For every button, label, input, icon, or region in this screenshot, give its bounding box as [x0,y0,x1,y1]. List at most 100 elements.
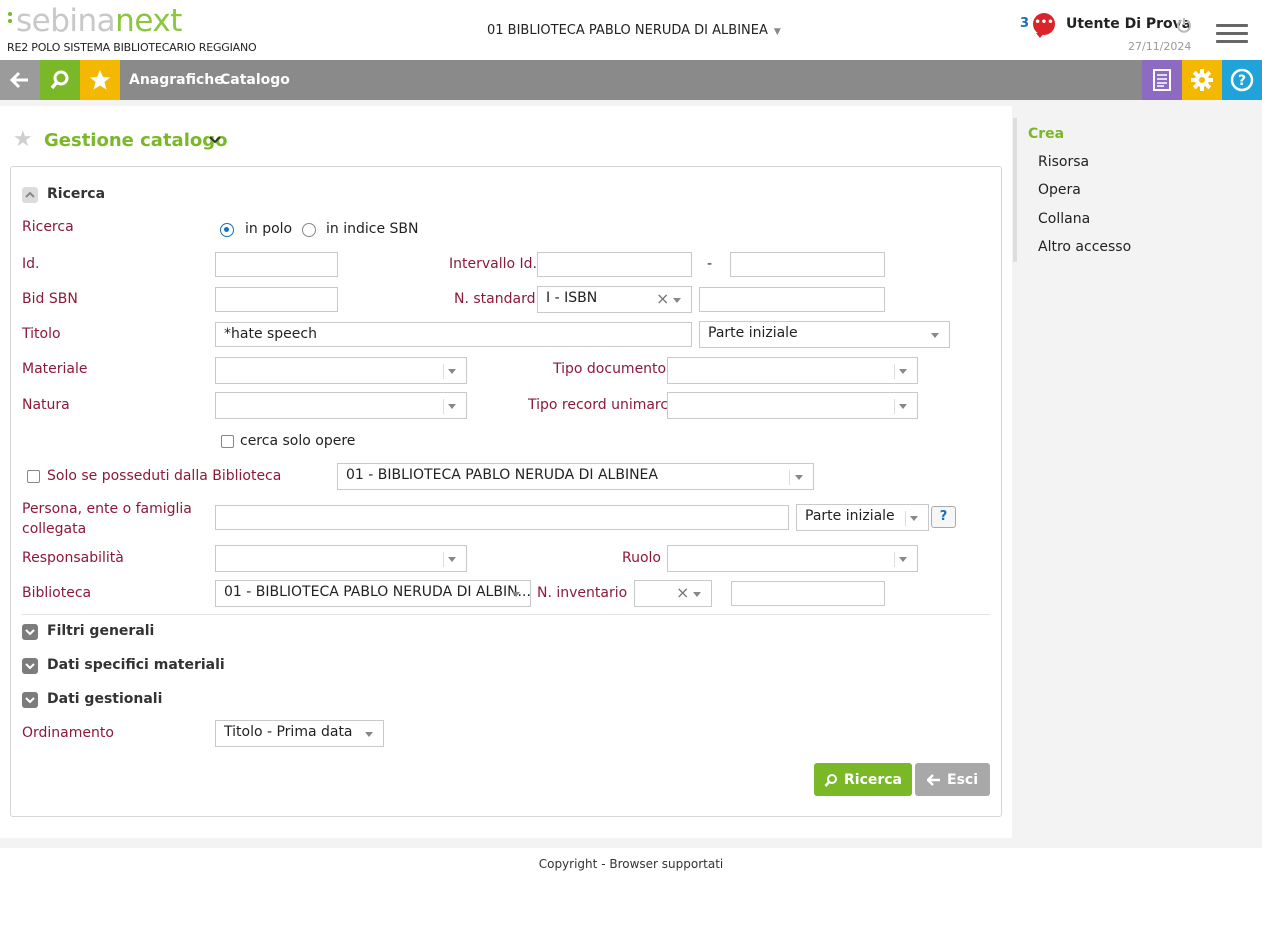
expand-dati-specifici-toggle[interactable] [22,658,38,674]
title-input[interactable]: *hate speech [215,322,692,347]
chevron-down-icon[interactable] [208,133,222,147]
exit-label: Esci [947,771,978,788]
radio-in-polo[interactable] [220,223,234,237]
footer-copyright-link[interactable]: Copyright [539,857,598,871]
inventory-number-input[interactable] [731,581,885,606]
menu-icon[interactable] [1216,24,1248,44]
favorites-button[interactable] [80,60,120,100]
expand-filtri-generali-toggle[interactable] [22,624,38,640]
sidebar-scrollbar[interactable] [1013,118,1017,262]
sidebar-item-altro-accesso[interactable]: Altro accesso [1038,239,1131,255]
label-biblioteca: Biblioteca [22,585,92,601]
library-selector-label: 01 BIBLIOTECA PABLO NERUDA DI ALBINEA [487,23,768,38]
logo-text-part2: next [115,3,182,39]
interval-to-input[interactable] [730,252,885,277]
clear-icon[interactable]: × [656,289,669,308]
only-works-label[interactable]: cerca solo opere [240,433,355,449]
nav-anagrafiche[interactable]: Anagrafiche [129,72,224,88]
current-date: 27/11/2024 [1128,40,1192,53]
order-value: Titolo - Prima data [224,724,353,740]
question-icon: ? [1230,68,1254,92]
chevron-down-icon [25,697,35,704]
message-count[interactable]: 3 [1020,16,1029,31]
messages-icon[interactable]: ••• [1033,13,1055,38]
doc-type-select[interactable] [667,357,918,384]
person-help-button[interactable]: ? [931,506,956,528]
title-mode-select[interactable]: Parte iniziale [699,321,950,348]
back-button[interactable] [0,60,40,100]
radio-in-indice-sbn[interactable] [302,223,316,237]
id-input[interactable] [215,252,338,277]
owned-library-value: 01 - BIBLIOTECA PABLO NERUDA DI ALBINEA [346,467,658,483]
radio-in-indice-sbn-label[interactable]: in indice SBN [326,221,418,237]
order-select[interactable]: Titolo - Prima data [215,720,384,747]
dropdown-arrow-icon [910,516,918,521]
sidebar-item-risorsa[interactable]: Risorsa [1038,154,1089,170]
unimarc-select[interactable] [667,392,918,419]
expand-dati-gestionali-toggle[interactable] [22,692,38,708]
settings-button[interactable] [1182,60,1222,100]
only-works-checkbox[interactable] [221,435,234,448]
owned-library-select[interactable]: 01 - BIBLIOTECA PABLO NERUDA DI ALBINEA [337,463,814,490]
label-ordinamento: Ordinamento [22,725,114,741]
radio-in-polo-label[interactable]: in polo [245,221,292,237]
main-toolbar: Anagrafiche Catalogo ? [0,60,1262,100]
standard-type-select[interactable]: I - ISBN × [537,286,692,313]
library-select[interactable]: 01 - BIBLIOTECA PABLO NERUDA DI ALBIN... [215,580,531,607]
section-title-ricerca: Ricerca [47,186,106,202]
section-title-dati-specifici[interactable]: Dati specifici materiali [47,657,225,673]
sidebar-item-opera[interactable]: Opera [1038,182,1081,198]
sebinanext-logo[interactable]: sebinanext [8,3,182,39]
inventory-series-select[interactable]: × [634,580,712,607]
power-icon[interactable] [1176,17,1192,33]
library-selector[interactable]: 01 BIBLIOTECA PABLO NERUDA DI ALBINEA ▼ [487,23,781,38]
search-submit-button[interactable]: Ricerca [814,763,912,796]
chevron-up-icon [25,191,35,198]
standard-type-value: I - ISBN [546,290,598,306]
library-value: 01 - BIBLIOTECA PABLO NERUDA DI ALBIN... [224,584,531,600]
nature-select[interactable] [215,392,467,419]
label-titolo: Titolo [22,326,61,342]
bid-sbn-input[interactable] [215,287,338,312]
chevron-down-icon [25,663,35,670]
section-title-dati-gestionali[interactable]: Dati gestionali [47,691,162,707]
label-tipo-record-unimarc: Tipo record unimarc [528,397,669,413]
documents-button[interactable] [1142,60,1182,100]
responsibility-select[interactable] [215,545,467,572]
search-button[interactable] [40,60,80,100]
gear-icon [1191,69,1213,91]
person-input[interactable] [215,505,789,530]
label-tipo-documento: Tipo documento [553,361,667,377]
dropdown-arrow-icon [795,475,803,480]
favorite-star-icon[interactable]: ★ [13,129,33,151]
sidebar-item-collana[interactable]: Collana [1038,211,1090,227]
interval-separator: - [707,256,713,272]
collapse-ricerca-toggle[interactable] [22,187,38,203]
exit-button[interactable]: Esci [915,763,990,796]
role-select[interactable] [667,545,918,572]
dropdown-arrow-icon [448,369,456,374]
footer-browsers-link[interactable]: Browser supportati [609,857,723,871]
owned-only-checkbox[interactable] [27,470,40,483]
material-select[interactable] [215,357,467,384]
logo-dots-icon [8,12,13,30]
dropdown-arrow-icon [365,732,373,737]
footer: Copyright - Browser supportati [0,857,1262,871]
dropdown-arrow-icon [448,404,456,409]
person-mode-select[interactable]: Parte iniziale [796,504,929,531]
nav-catalogo[interactable]: Catalogo [220,72,290,88]
arrow-left-icon [927,773,940,786]
section-title-filtri-generali[interactable]: Filtri generali [47,623,154,639]
label-solo-posseduti[interactable]: Solo se posseduti dalla Biblioteca [47,468,281,484]
standard-value-input[interactable] [699,287,885,312]
search-icon [50,70,69,90]
section-divider [22,614,990,615]
label-materiale: Materiale [22,361,88,377]
dropdown-arrow-icon [899,369,907,374]
interval-from-input[interactable] [537,252,692,277]
clear-icon[interactable]: × [676,583,689,602]
username[interactable]: Utente Di Prova [1066,16,1191,32]
help-button[interactable]: ? [1222,60,1262,100]
app-header: sebinanext RE2 POLO SISTEMA BIBLIOTECARI… [0,0,1262,60]
page-title: Gestione catalogo [44,130,228,151]
